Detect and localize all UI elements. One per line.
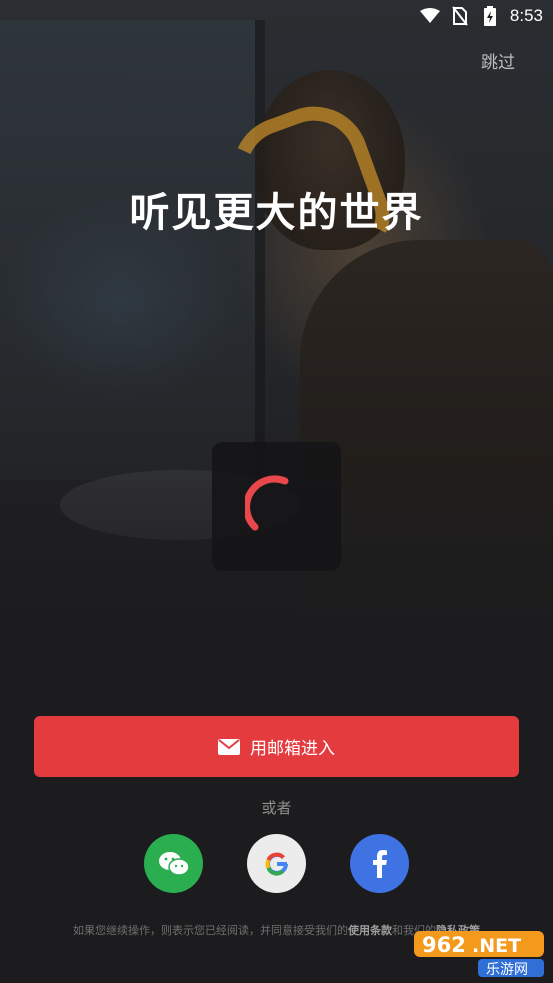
or-divider-text: 或者 xyxy=(261,799,292,817)
google-login-button[interactable] xyxy=(247,834,306,893)
status-bar: 8:53 xyxy=(0,0,553,32)
no-sim-icon xyxy=(450,6,470,26)
terms-prefix: 如果您继续操作，则表示您已经阅读，并同意接受我们的 xyxy=(73,924,348,937)
hero-window xyxy=(0,20,265,480)
spinner-icon xyxy=(244,475,288,530)
svg-text:962: 962 xyxy=(422,933,466,957)
email-login-label: 用邮箱进入 xyxy=(250,739,335,759)
wechat-login-button[interactable] xyxy=(144,834,203,893)
google-icon xyxy=(264,852,288,876)
wifi-icon xyxy=(419,6,440,26)
skip-button[interactable]: 跳过 xyxy=(481,48,515,73)
svg-text:乐游网: 乐游网 xyxy=(486,962,528,978)
email-login-button[interactable]: 用邮箱进入 xyxy=(34,716,519,777)
status-time: 8:53 xyxy=(509,6,543,25)
mail-icon xyxy=(218,738,240,755)
hero-background xyxy=(0,0,553,700)
wechat-icon xyxy=(158,851,190,876)
loading-indicator xyxy=(212,442,341,571)
facebook-icon xyxy=(372,849,387,878)
battery-charging-icon xyxy=(480,6,500,26)
watermark-logo: 962 .NET 乐游网 xyxy=(414,929,549,979)
page-headline: 听见更大的世界 xyxy=(129,190,424,236)
svg-text:.NET: .NET xyxy=(472,935,521,957)
terms-of-use-link[interactable]: 使用条款 xyxy=(348,924,392,937)
facebook-login-button[interactable] xyxy=(350,834,409,893)
